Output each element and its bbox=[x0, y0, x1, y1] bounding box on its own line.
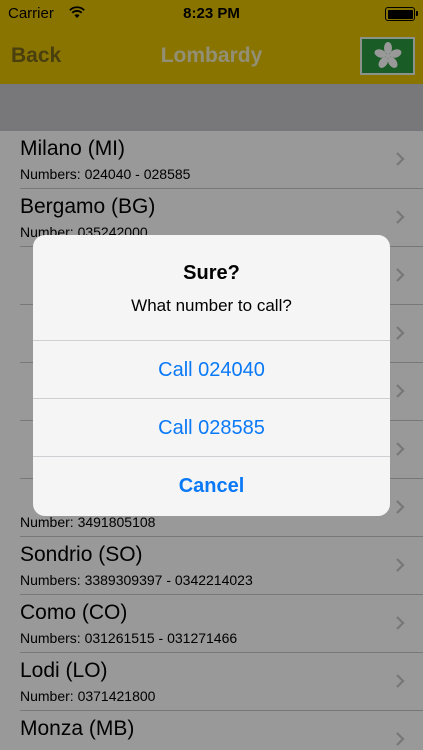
alert-title: Sure? bbox=[183, 262, 240, 284]
alert-message: What number to call? bbox=[131, 296, 292, 315]
call-alert: Sure? What number to call? Call 024040 C… bbox=[33, 235, 390, 516]
call-second-number-button[interactable]: Call 028585 bbox=[33, 398, 390, 456]
call-first-number-button[interactable]: Call 024040 bbox=[33, 340, 390, 398]
cancel-button[interactable]: Cancel bbox=[33, 456, 390, 514]
